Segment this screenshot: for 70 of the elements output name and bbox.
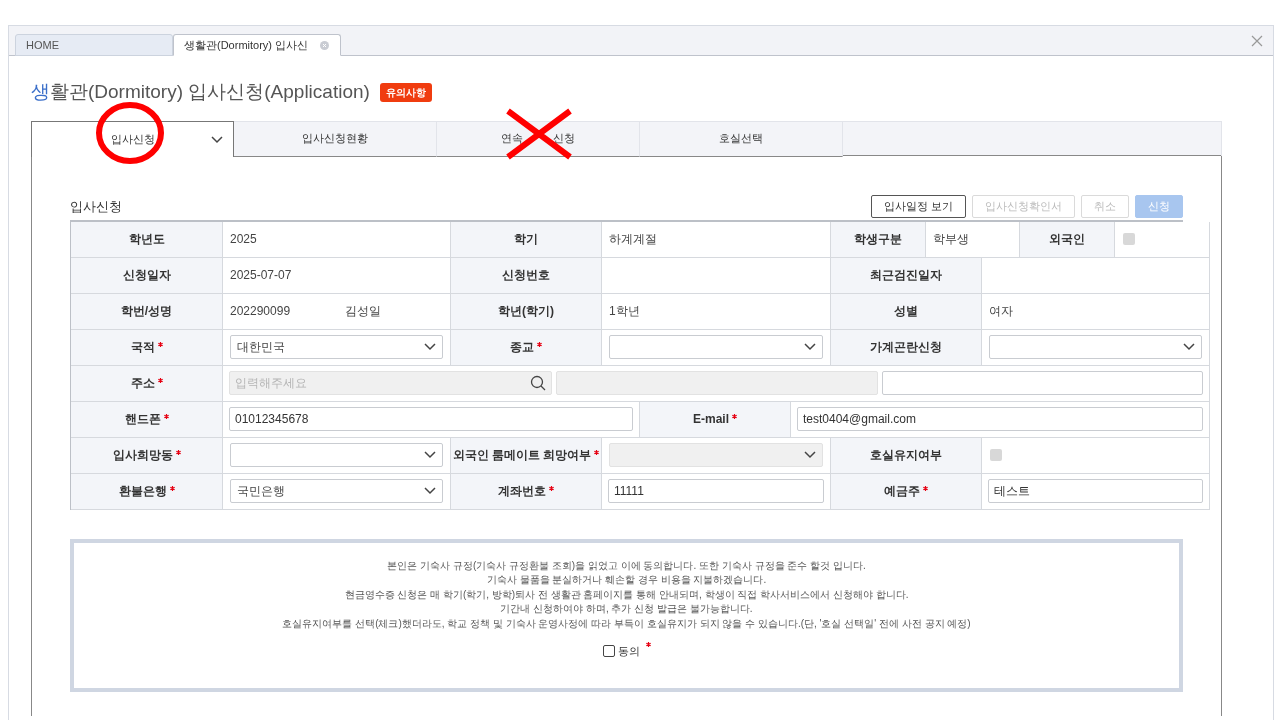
field-label: 입사희망동 (71, 437, 223, 474)
close-icon[interactable] (320, 40, 330, 50)
input-field[interactable]: 11111 (608, 479, 824, 503)
field-value: 김성일 (345, 303, 382, 320)
field-label: 학년도 (71, 221, 223, 258)
close-icon[interactable] (1251, 35, 1263, 47)
agree-label: 동의 (617, 644, 640, 659)
field-label: 가계곤란신청 (831, 329, 982, 366)
field-value: 여자 (989, 303, 1013, 320)
chevron-down-icon[interactable] (211, 135, 223, 144)
select-field[interactable] (989, 335, 1202, 359)
field-label: 예금주 (831, 473, 982, 510)
agreement-text: 현금영수증 신청은 매 학기(학기, 방학)퇴사 전 생활관 홈페이지를 통해 안내되며, 학생이 직접 학사서비스에서 신청해야 합니다. (344, 587, 909, 602)
chevron-down-icon (804, 343, 816, 351)
agreement-text: 본인은 기숙사 규정(기숙사 규정환불 조회)을 읽었고 이에 동의합니다. 또한 기숙사 규정을 준수 할것 입니다. (387, 558, 866, 573)
chevron-down-icon (804, 451, 816, 459)
field-value: 2025-07-07 (230, 267, 292, 284)
field-label: 학기 (451, 221, 602, 258)
address-input[interactable]: 입력해주세요 (235, 374, 495, 392)
agreement-text: 호실유지여부를 선택(체크)했더라도, 학교 정책 및 기숙사 운영사정에 따라 부득이 호실유지가 되지 않을 수 있습니다.(단, '호실 선택일' 전에 사전 공지 예정) (282, 616, 971, 631)
field-label: 외국인 (1020, 221, 1115, 258)
page-title: 생활관(Dormitory) 입사신청(Application) (31, 80, 370, 104)
window-tab[interactable]: 생활관(Dormitory) 입사신 (173, 34, 341, 56)
field-value: 2025 (230, 231, 257, 248)
tab[interactable]: 호실선택 (640, 121, 843, 157)
chevron-down-icon (424, 451, 436, 459)
field-label: 학년(학기) (451, 293, 602, 330)
tab[interactable]: 입사신청현황 (234, 121, 437, 157)
input-field[interactable]: 01012345678 (229, 407, 633, 431)
field-label: 핸드폰 (71, 401, 223, 438)
field-label: 주소 (71, 365, 223, 402)
field-label: 신청일자 (71, 257, 223, 294)
field-label: 계좌번호 (451, 473, 602, 510)
field-value: 1학년 (609, 303, 640, 320)
tab[interactable]: 입사신청 (31, 120, 234, 157)
window-tab[interactable]: HOME (15, 34, 173, 56)
chevron-down-icon (424, 343, 436, 351)
agree-checkbox[interactable] (602, 645, 615, 658)
search-icon[interactable] (530, 375, 546, 391)
toolbar-button[interactable]: 입사일정 보기 (870, 195, 966, 218)
circle-mark (95, 101, 165, 165)
select-field[interactable] (230, 443, 443, 467)
field-label: 학번/성명 (71, 293, 223, 330)
select-field[interactable]: 국민은행 (230, 479, 443, 503)
agreement-text: 기숙사 물품을 분실하거나 훼손할 경우 비용을 지불하겠습니다. (486, 573, 767, 587)
field-value: 하계계절 (609, 231, 657, 248)
field-label: 외국인 룸메이트 희망여부 (451, 437, 602, 474)
field-value: 학부생 (933, 231, 969, 248)
select-field[interactable]: 대한민국 (230, 335, 443, 359)
notice-badge[interactable]: 유의사항 (379, 82, 432, 102)
field-label: 성별 (831, 293, 982, 330)
field-value: 202290099 (230, 303, 291, 320)
field-label: 호실유지여부 (831, 437, 982, 474)
field-label: 국적 (71, 329, 223, 366)
chevron-down-icon (1183, 343, 1195, 351)
field-label: E-mail (640, 401, 791, 438)
input-field[interactable]: 테스트 (988, 479, 1203, 503)
field-label: 학생구분 (831, 221, 926, 258)
input-field[interactable]: test0404@gmail.com (797, 407, 1203, 431)
address-detail-field[interactable] (882, 371, 1203, 395)
select-field[interactable] (609, 335, 823, 359)
agreement-text: 기간내 신청하여야 하며, 추가 신청 발급은 불가능합니다. (500, 602, 753, 616)
tab[interactable]: 연속 신청 (437, 121, 640, 157)
field-label: 환불은행 (71, 473, 223, 510)
section-title: 입사신청 (70, 197, 122, 216)
chevron-down-icon (424, 487, 436, 495)
address-search-field[interactable]: 입력해주세요 (229, 371, 552, 395)
field-label: 종교 (451, 329, 602, 366)
field-label: 최근검진일자 (831, 257, 982, 294)
field-label: 신청번호 (451, 257, 602, 294)
